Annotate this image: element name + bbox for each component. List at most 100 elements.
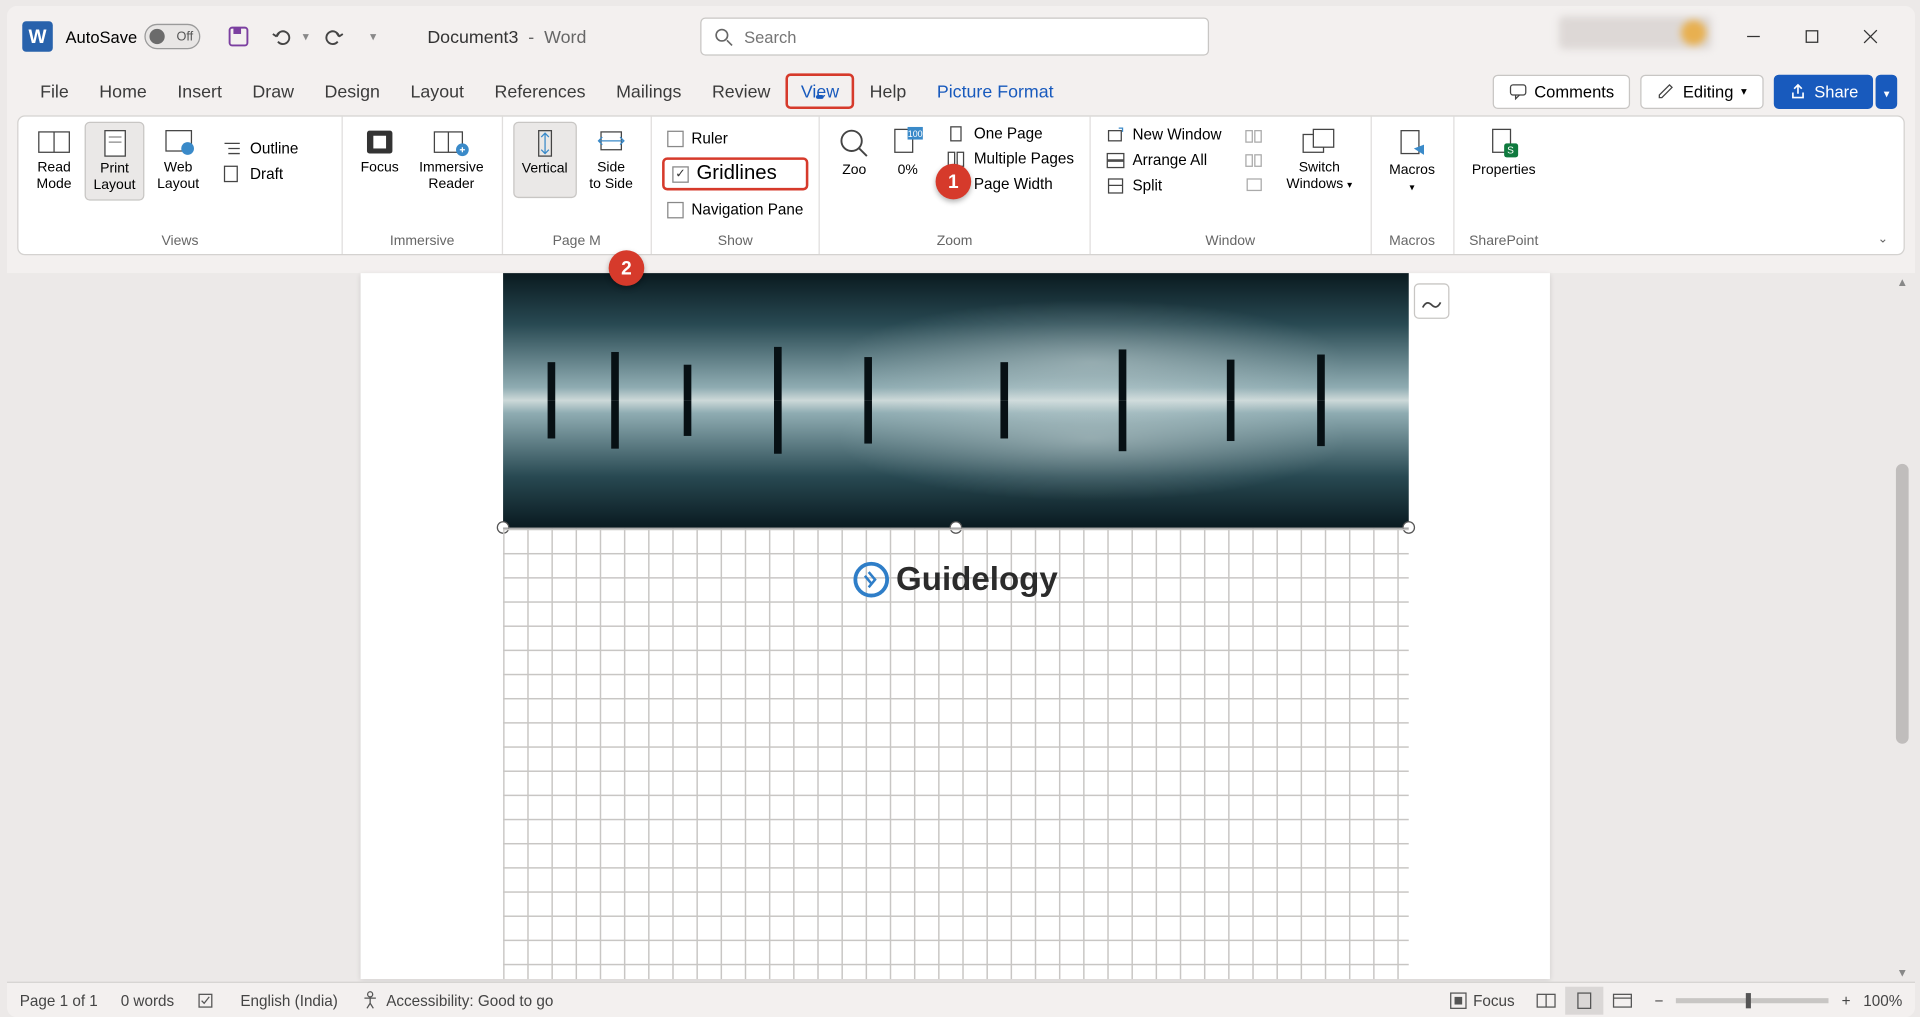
ruler-checkbox[interactable]: Ruler — [662, 127, 808, 150]
tab-help[interactable]: Help — [854, 71, 921, 112]
properties-button[interactable]: S Properties — [1464, 122, 1543, 185]
annotation-badge-2: 2 — [609, 250, 645, 286]
tab-home[interactable]: Home — [84, 71, 162, 112]
web-layout-view-button[interactable] — [1604, 986, 1642, 1014]
hundred-percent-button[interactable]: 100 0% — [884, 122, 932, 196]
tab-layout[interactable]: Layout — [395, 71, 479, 112]
document-title: Document3 - Word — [427, 26, 586, 46]
arrange-all-button[interactable]: Arrange All — [1101, 149, 1227, 172]
reset-window-button[interactable] — [1239, 174, 1268, 196]
language-indicator[interactable]: English (India) — [240, 991, 338, 1009]
outline-button[interactable]: Outline — [217, 137, 304, 160]
chevron-down-icon: ▾ — [1409, 182, 1414, 193]
window-group-label: Window — [1101, 234, 1360, 252]
zoom-button[interactable]: Zoo — [830, 122, 878, 196]
focus-button[interactable]: Focus — [353, 122, 406, 199]
tab-view[interactable]: View — [786, 73, 855, 109]
immersive-reader-button[interactable]: ImmersiveReader — [411, 122, 491, 199]
tab-references[interactable]: References — [479, 71, 601, 112]
search-box[interactable] — [701, 17, 1210, 55]
share-icon — [1789, 82, 1807, 100]
chevron-down-icon: ▾ — [1884, 87, 1890, 100]
new-window-button[interactable]: New Window — [1101, 123, 1227, 146]
switch-windows-button[interactable]: SwitchWindows ▾ — [1279, 122, 1360, 199]
undo-dropdown-icon[interactable]: ▾ — [303, 30, 309, 44]
undo-button[interactable] — [264, 19, 300, 55]
zoom-percent[interactable]: 100% — [1863, 991, 1902, 1009]
split-button[interactable]: Split — [1101, 174, 1227, 197]
view-side-by-side-button[interactable] — [1239, 125, 1268, 147]
web-layout-button[interactable]: WebLayout — [150, 122, 207, 201]
save-button[interactable] — [221, 19, 257, 55]
draft-button[interactable]: Draft — [217, 163, 304, 186]
read-mode-view-button[interactable] — [1527, 986, 1565, 1014]
vertical-button[interactable]: Vertical — [513, 122, 577, 199]
scroll-down-icon[interactable]: ▼ — [1893, 964, 1911, 982]
accessibility-indicator[interactable]: Accessibility: Good to go — [361, 991, 554, 1010]
macros-button[interactable]: Macros▾ — [1381, 122, 1442, 201]
sharepoint-group-label: SharePoint — [1464, 234, 1543, 252]
tab-mailings[interactable]: Mailings — [601, 71, 697, 112]
search-input[interactable] — [744, 27, 1196, 46]
zoom-in-button[interactable]: + — [1842, 991, 1851, 1009]
layout-options-button[interactable] — [1413, 283, 1449, 319]
macros-group-label: Macros — [1381, 234, 1442, 252]
svg-text:100: 100 — [908, 129, 923, 139]
zoom-slider[interactable] — [1676, 998, 1829, 1003]
inserted-picture[interactable] — [502, 273, 1408, 527]
spellcheck-icon[interactable] — [197, 991, 217, 1009]
tab-picture-format[interactable]: Picture Format — [922, 71, 1069, 112]
page-indicator[interactable]: Page 1 of 1 — [20, 991, 98, 1009]
document-canvas[interactable]: Guidelogy ▲ ▼ — [7, 273, 1915, 982]
navigation-pane-checkbox[interactable]: Navigation Pane — [662, 198, 808, 221]
share-dropdown[interactable]: ▾ — [1876, 74, 1897, 108]
scroll-up-icon[interactable]: ▲ — [1893, 273, 1911, 291]
chevron-down-icon: ▾ — [1741, 84, 1747, 98]
watermark: Guidelogy — [853, 559, 1058, 598]
autosave-toggle[interactable]: Off — [145, 24, 201, 49]
redo-button[interactable] — [317, 19, 353, 55]
focus-mode-button[interactable]: Focus — [1449, 991, 1515, 1009]
print-layout-view-button[interactable] — [1566, 986, 1604, 1014]
maximize-button[interactable] — [1783, 16, 1842, 57]
status-bar: Page 1 of 1 0 words English (India) Acce… — [7, 982, 1915, 1017]
ribbon-tabs: File Home Insert Draw Design Layout Refe… — [7, 67, 1915, 115]
qat-customize-icon[interactable]: ▾ — [370, 30, 376, 44]
share-button[interactable]: Share — [1774, 74, 1874, 108]
autosave-label: AutoSave — [66, 27, 138, 46]
tab-draw[interactable]: Draw — [237, 71, 309, 112]
tab-file[interactable]: File — [25, 71, 84, 112]
watermark-text: Guidelogy — [896, 559, 1058, 598]
one-page-button[interactable]: One Page — [942, 122, 1079, 145]
page-movement-group-label: Page M — [513, 234, 641, 252]
views-group-label: Views — [29, 234, 332, 252]
pencil-icon — [1657, 82, 1675, 100]
ribbon-collapse-button[interactable]: ⌄ — [1873, 230, 1894, 249]
account-area[interactable] — [1559, 16, 1712, 49]
vertical-scrollbar[interactable]: ▲ ▼ — [1893, 273, 1911, 982]
watermark-icon — [853, 561, 889, 597]
scroll-thumb[interactable] — [1896, 464, 1909, 744]
sync-scrolling-button[interactable] — [1239, 149, 1268, 171]
accessibility-icon — [361, 991, 380, 1010]
immersive-group-label: Immersive — [353, 234, 491, 252]
minimize-button[interactable] — [1724, 16, 1783, 57]
tab-insert[interactable]: Insert — [162, 71, 237, 112]
tab-review[interactable]: Review — [697, 71, 786, 112]
print-layout-button[interactable]: PrintLayout — [85, 122, 145, 201]
comments-button[interactable]: Comments — [1492, 74, 1630, 108]
side-to-side-button[interactable]: Sideto Side — [582, 122, 641, 199]
autosave-control[interactable]: AutoSave Off — [66, 24, 201, 49]
tab-design[interactable]: Design — [309, 71, 395, 112]
word-count[interactable]: 0 words — [121, 991, 174, 1009]
zoom-out-button[interactable]: − — [1655, 991, 1664, 1009]
gridlines-checkbox[interactable]: Gridlines — [662, 157, 808, 190]
read-mode-button[interactable]: ReadMode — [29, 122, 80, 201]
editing-mode-button[interactable]: Editing ▾ — [1641, 74, 1763, 108]
show-group-label: Show — [662, 234, 808, 252]
close-button[interactable] — [1841, 16, 1900, 57]
document-grid-area[interactable]: Guidelogy — [502, 528, 1408, 980]
svg-text:S: S — [1507, 146, 1514, 157]
comment-icon — [1509, 82, 1527, 100]
title-bar: W AutoSave Off ▾ ▾ Document3 - Word — [7, 6, 1915, 67]
